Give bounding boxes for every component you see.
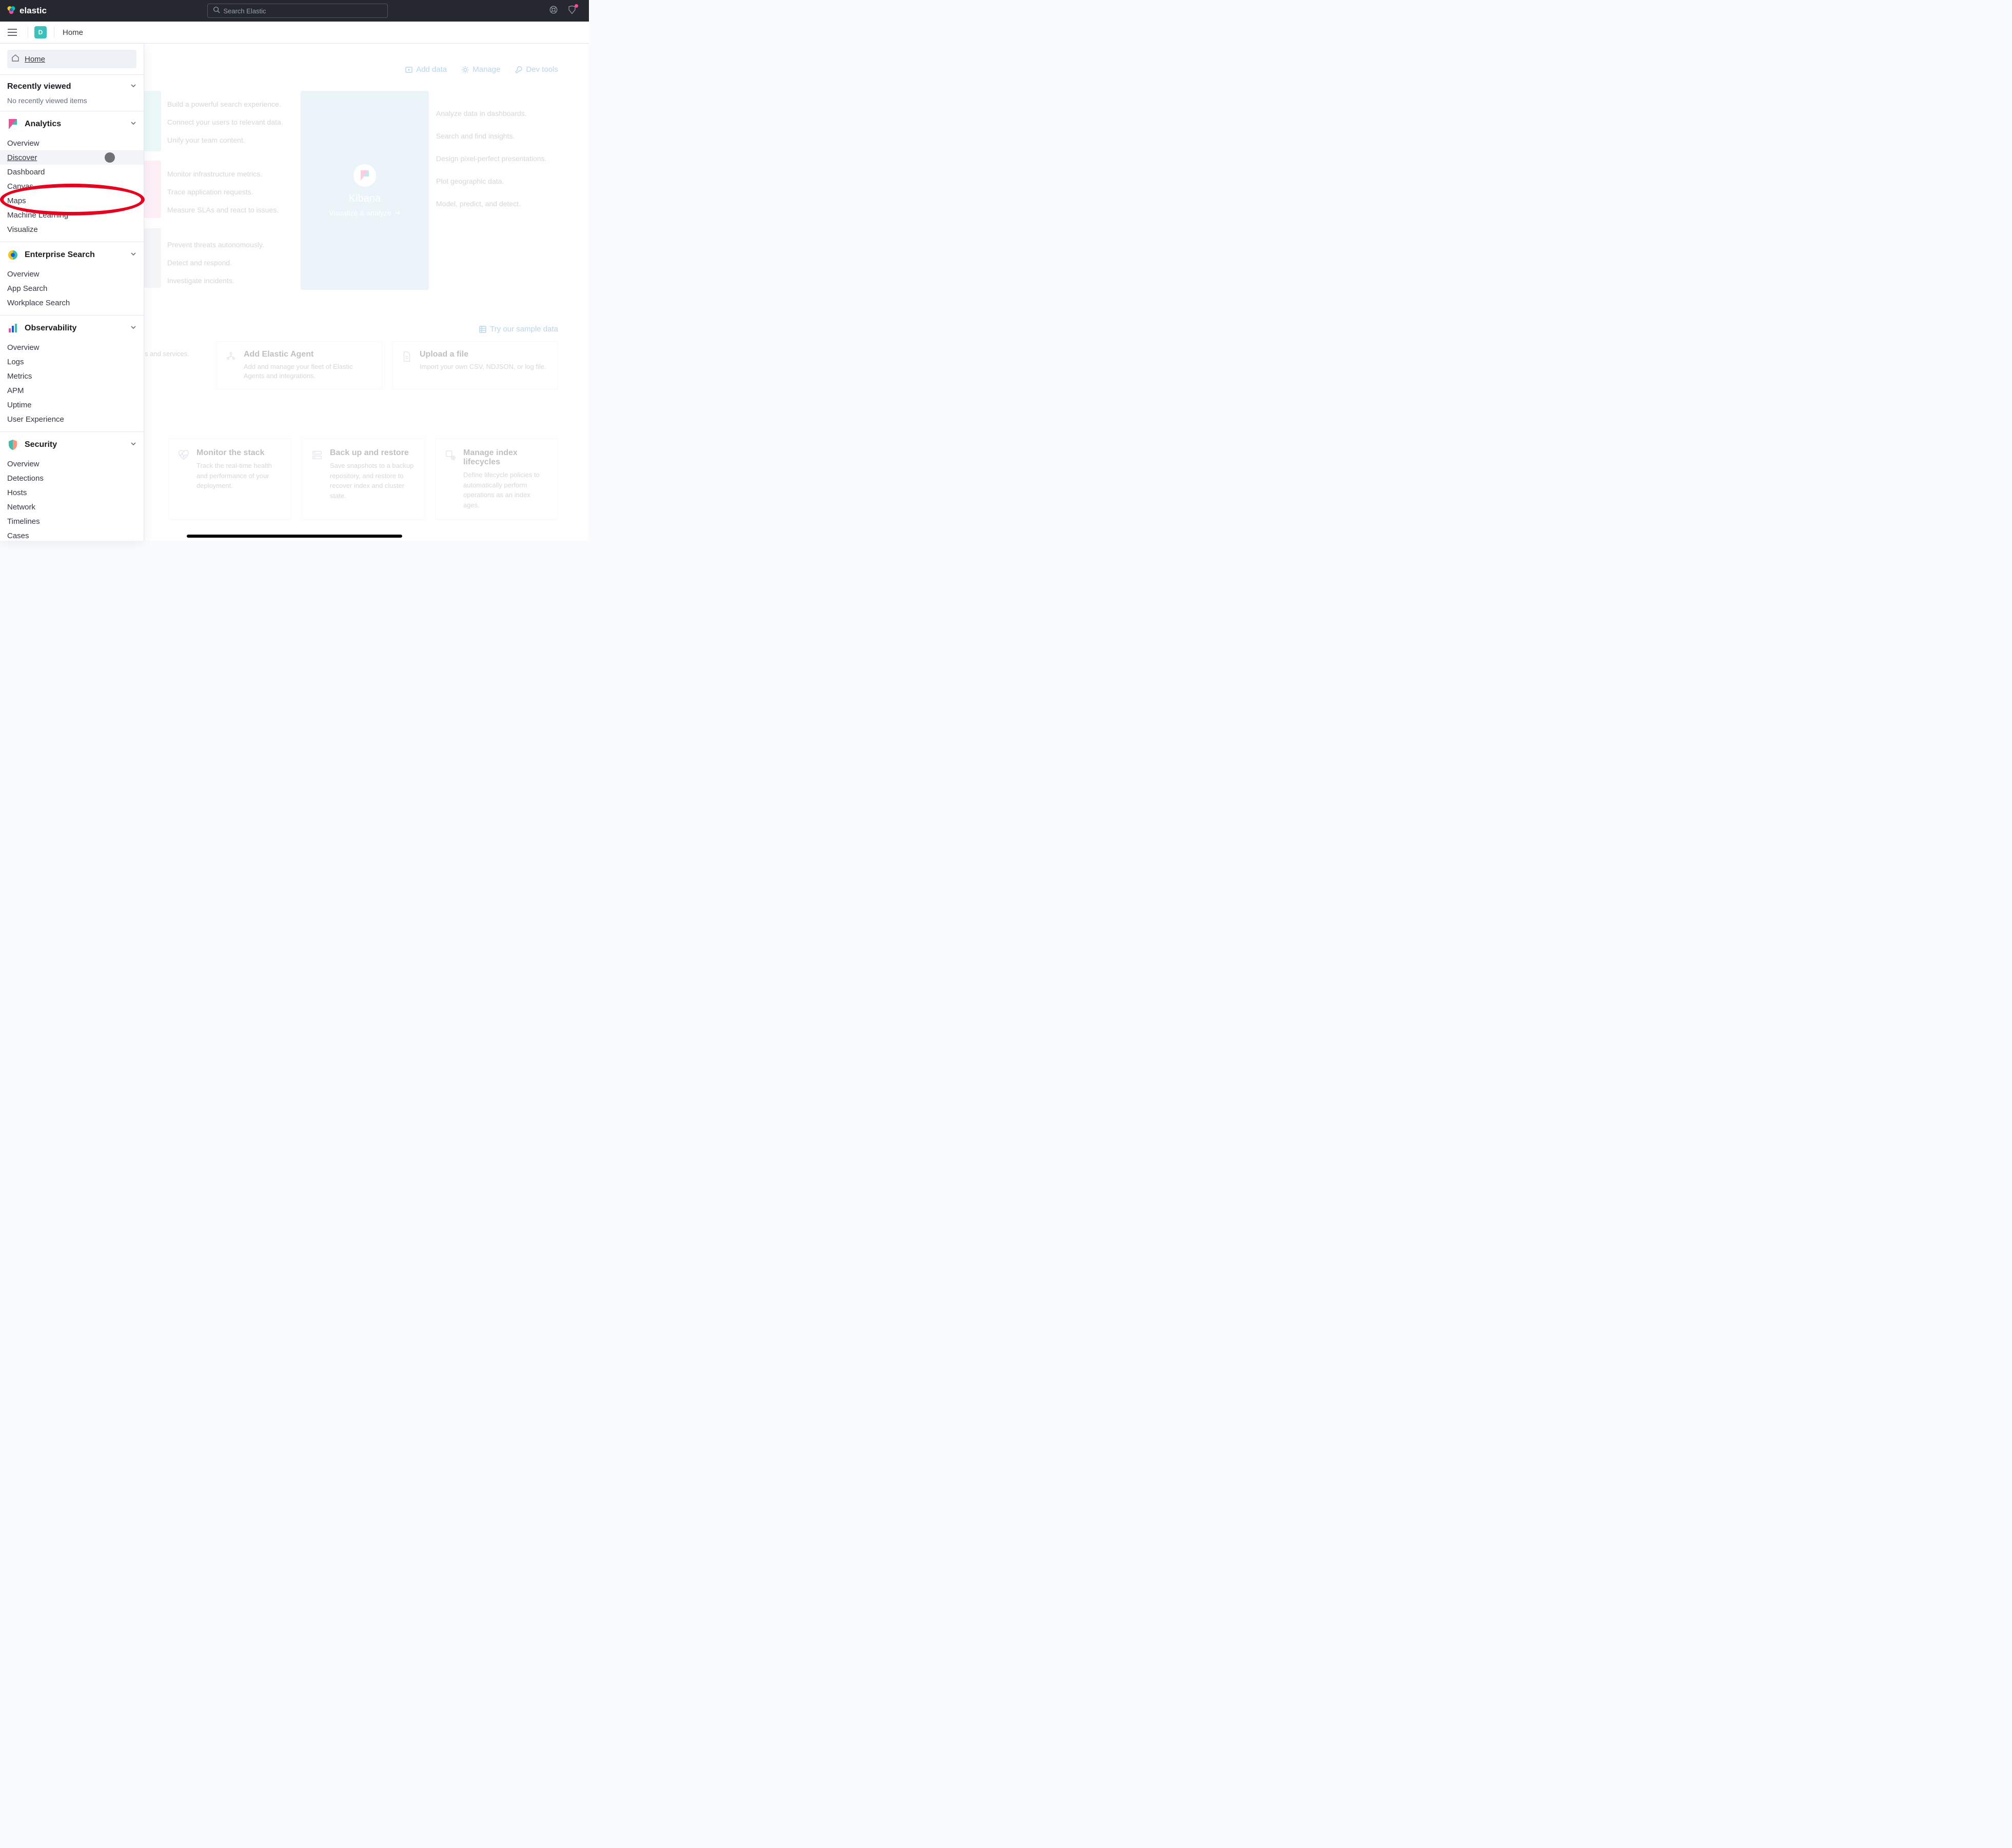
- notification-dot: [575, 4, 578, 8]
- kibana-subtitle: Visualize & analyze: [329, 209, 400, 217]
- global-search[interactable]: Search Elastic: [207, 4, 388, 18]
- nav-sec-hosts[interactable]: Hosts: [0, 485, 144, 500]
- enterprise-search-strip: [144, 91, 161, 151]
- brand-logo[interactable]: elastic: [6, 5, 47, 17]
- dev-tools-link[interactable]: Dev tools: [515, 65, 558, 74]
- nav-sec-network[interactable]: Network: [0, 500, 144, 514]
- enterprise-head[interactable]: Enterprise Search: [0, 242, 144, 266]
- nav-obs-uptime[interactable]: Uptime: [0, 398, 144, 412]
- breadcrumb-home[interactable]: Home: [63, 28, 83, 37]
- brand-text: elastic: [19, 6, 47, 16]
- nav-analytics-visualize[interactable]: Visualize: [0, 222, 144, 237]
- chevron-down-icon: [130, 440, 136, 449]
- elastic-logo-icon: [6, 5, 16, 17]
- app-bar: D Home: [0, 22, 589, 44]
- help-icon[interactable]: [549, 5, 558, 17]
- enterprise-search-icon: [7, 249, 18, 261]
- chevron-down-icon: [130, 120, 136, 129]
- chevron-down-icon: [130, 82, 136, 91]
- lifecycle-card[interactable]: Manage index lifecycles Define lifecycle…: [435, 439, 558, 520]
- nav-toggle-button[interactable]: [4, 24, 21, 41]
- try-sample-data-link[interactable]: Try our sample data: [479, 325, 558, 333]
- nav-analytics-ml[interactable]: Machine Learning: [0, 208, 144, 222]
- heartbeat-icon: [178, 449, 189, 510]
- chevron-down-icon: [130, 324, 136, 333]
- home-icon: [11, 54, 19, 65]
- monitor-stack-card[interactable]: Monitor the stack Track the real-time he…: [168, 439, 291, 520]
- cursor-dot: [105, 152, 115, 163]
- device-home-indicator: [187, 535, 402, 538]
- security-head[interactable]: Security: [0, 432, 144, 456]
- nav-ent-appsearch[interactable]: App Search: [0, 281, 144, 296]
- nav-obs-ux[interactable]: User Experience: [0, 412, 144, 426]
- add-data-link[interactable]: Add data: [405, 65, 447, 74]
- nav-analytics-canvas[interactable]: Canvas: [0, 179, 144, 193]
- recent-empty: No recently viewed items: [0, 96, 144, 111]
- kibana-card[interactable]: Kibana Visualize & analyze: [301, 91, 429, 290]
- observability-strip: [144, 161, 161, 218]
- kibana-title: Kibana: [349, 193, 381, 205]
- search-icon: [213, 6, 220, 16]
- nav-analytics-dashboard[interactable]: Dashboard: [0, 165, 144, 179]
- newsfeed-icon[interactable]: [567, 5, 577, 17]
- recently-viewed-head[interactable]: Recently viewed: [0, 75, 144, 96]
- security-strip: [144, 228, 161, 288]
- nav-analytics-maps[interactable]: Maps: [0, 193, 144, 208]
- nav-obs-apm[interactable]: APM: [0, 383, 144, 398]
- observability-head[interactable]: Observability: [0, 316, 144, 339]
- nav-ent-overview[interactable]: Overview: [0, 267, 144, 281]
- backup-restore-card[interactable]: Back up and restore Save snapshots to a …: [302, 439, 425, 520]
- nav-ent-workplace[interactable]: Workplace Search: [0, 296, 144, 310]
- search-placeholder: Search Elastic: [223, 7, 266, 15]
- side-nav: Home Recently viewed No recently viewed …: [0, 44, 144, 541]
- storage-icon: [311, 449, 323, 510]
- security-features: Prevent threats autonomously. Detect and…: [167, 240, 290, 293]
- fleet-icon: [225, 351, 236, 381]
- nav-obs-logs[interactable]: Logs: [0, 355, 144, 369]
- upload-file-card[interactable]: Upload a file Import your own CSV, NDJSO…: [392, 341, 558, 389]
- partial-card: s and services.: [145, 341, 206, 389]
- manage-link[interactable]: Manage: [461, 65, 500, 74]
- analytics-head[interactable]: Analytics: [0, 111, 144, 135]
- security-shield-icon: [7, 439, 18, 450]
- nav-analytics-overview[interactable]: Overview: [0, 136, 144, 150]
- observability-features: Monitor infrastructure metrics. Trace ap…: [167, 169, 290, 223]
- observability-icon: [7, 323, 18, 334]
- enterprise-features: Build a powerful search experience. Conn…: [167, 99, 290, 153]
- space-badge[interactable]: D: [34, 26, 47, 38]
- nav-analytics-discover[interactable]: Discover: [0, 150, 144, 165]
- nav-obs-overview[interactable]: Overview: [0, 340, 144, 355]
- nav-sec-overview[interactable]: Overview: [0, 457, 144, 471]
- file-icon: [401, 351, 412, 381]
- top-header: elastic Search Elastic: [0, 0, 589, 22]
- add-agent-card[interactable]: Add Elastic Agent Add and manage your fl…: [216, 341, 382, 389]
- nav-sec-cases[interactable]: Cases: [0, 528, 144, 541]
- index-settings-icon: [445, 449, 456, 510]
- chevron-down-icon: [130, 250, 136, 260]
- nav-sec-detections[interactable]: Detections: [0, 471, 144, 485]
- analytics-kibana-icon: [7, 119, 18, 130]
- kibana-logo-icon: [353, 164, 376, 187]
- nav-obs-metrics[interactable]: Metrics: [0, 369, 144, 383]
- kibana-features: Analyze data in dashboards. Search and f…: [436, 109, 559, 222]
- nav-home[interactable]: Home: [7, 50, 136, 68]
- nav-sec-timelines[interactable]: Timelines: [0, 514, 144, 528]
